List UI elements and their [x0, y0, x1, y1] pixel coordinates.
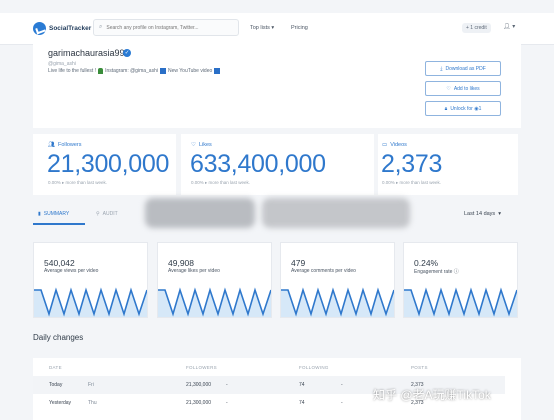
download-pdf-label: Download as PDF — [445, 65, 486, 72]
period-select[interactable]: Last 14 days ▾ — [464, 211, 501, 217]
engagement-label: Engagement rate ⓘ — [414, 269, 459, 275]
active-tab-indicator — [33, 223, 85, 225]
profile-name: garimachaurasia996 — [48, 48, 130, 58]
verified-icon: ✓ — [123, 49, 131, 57]
row-following-delta: - — [341, 382, 343, 388]
followers-value: 21,300,000 — [47, 150, 170, 178]
download-pdf-button[interactable]: ⤓ Download as PDF — [425, 61, 501, 76]
nav-top-lists[interactable]: Top lists ▾ — [250, 25, 274, 31]
avg-views-label: Average views per video — [44, 268, 99, 274]
user-menu[interactable]: 👤︎ ▾ — [503, 23, 515, 30]
row-followers: 21,300,000 — [186, 400, 212, 406]
row-day: Yesterday — [49, 400, 72, 406]
row-following-delta: - — [341, 400, 343, 406]
tab-audit[interactable]: ⚲ AUDIT — [96, 211, 118, 217]
followers-label-text: Followers — [57, 142, 82, 148]
profile-bio: Live life to the fullest ! Instagram: @g… — [48, 68, 221, 74]
row-followers-delta: - — [226, 400, 228, 406]
download-icon: ⤓ — [440, 65, 443, 72]
col-posts: POSTS — [411, 365, 428, 370]
row-followers-delta: - — [226, 382, 228, 388]
followers-label: 👥︎ Followers — [48, 142, 82, 148]
audit-icon: ⚲ — [96, 211, 100, 217]
profile-handle: @gima_ashi — [48, 61, 76, 67]
tab-audit-label: AUDIT — [102, 211, 118, 217]
video-icon: ▭ — [382, 142, 388, 148]
likes-value: 633,400,000 — [190, 150, 326, 178]
videos-value: 2,373 — [381, 150, 443, 178]
row-following: 74 — [299, 400, 305, 406]
row-day: Today — [49, 382, 63, 388]
nav-pricing[interactable]: Pricing — [291, 25, 308, 31]
users-icon: 👥︎ — [48, 142, 55, 148]
row-dow: Thu — [88, 400, 97, 406]
likes-note: 0.00% ▸ more than last week. — [191, 180, 251, 185]
watermark: 知乎 @老A玩赚TikTok — [373, 388, 491, 402]
followers-note: 0.00% ▸ more than last week. — [48, 180, 108, 185]
logo-icon — [33, 22, 46, 35]
brand-logo[interactable]: SocialTracker — [33, 22, 91, 35]
plant-icon — [98, 68, 104, 74]
search-icon: ⌕ — [99, 24, 103, 30]
heart-icon: ♡ — [191, 142, 196, 148]
credit-badge[interactable]: + 1 credit — [462, 23, 491, 33]
row-followers: 21,300,000 — [186, 382, 212, 388]
link-icon — [214, 68, 221, 74]
engagement-value: 0.24% — [414, 258, 439, 268]
redacted-area — [262, 198, 410, 228]
bio-youtube: New YouTube video — [167, 68, 213, 74]
brand-name: SocialTracker — [49, 25, 92, 32]
sparkline-likes — [158, 287, 271, 317]
videos-note: 0.00% ▸ more than last week. — [382, 180, 442, 185]
likes-label-text: Likes — [198, 142, 212, 148]
search-input[interactable] — [106, 24, 227, 31]
user-icon: 👤︎ — [503, 24, 511, 30]
tab-summary[interactable]: ▮ SUMMARY — [38, 211, 69, 217]
avg-likes-label: Average likes per video — [168, 268, 220, 274]
add-to-likes-label: Add to likes — [453, 85, 480, 92]
col-followers: FOLLOWERS — [186, 365, 217, 370]
period-label: Last 14 days — [464, 211, 496, 217]
redacted-area — [145, 198, 255, 228]
top-header: SocialTracker ⌕ Top lists ▾ Pricing + 1 … — [0, 13, 554, 45]
avg-comments-value: 479 — [291, 258, 306, 268]
heart-icon: ♡ — [446, 85, 451, 92]
col-following: FOLLOWING — [299, 365, 329, 370]
add-to-likes-button[interactable]: ♡ Add to likes — [425, 81, 501, 96]
avg-likes-value: 49,908 — [168, 258, 194, 268]
sparkline-engagement — [404, 287, 517, 317]
unlock-button[interactable]: 🔒︎ Unlock for ◉1 — [425, 101, 501, 116]
bio-text: Live life to the fullest ! — [48, 68, 97, 74]
sparkline-views — [34, 287, 147, 317]
avg-views-value: 540,042 — [44, 258, 75, 268]
daily-changes-title: Daily changes — [33, 333, 84, 342]
chevron-down-icon: ▾ — [498, 211, 502, 217]
bio-instagram: Instagram: @gima_ashi — [105, 68, 158, 74]
tab-summary-label: SUMMARY — [43, 211, 70, 217]
likes-label: ♡ Likes — [191, 142, 212, 148]
chart-icon: ▮ — [38, 211, 41, 217]
user-menu-caret: ▾ — [512, 24, 516, 30]
avg-comments-label: Average comments per video — [291, 268, 356, 274]
search-box[interactable]: ⌕ — [93, 19, 239, 36]
videos-label-text: Videos — [390, 142, 407, 148]
row-dow: Fri — [88, 382, 94, 388]
videos-label: ▭ Videos — [382, 142, 407, 148]
lock-icon: 🔒︎ — [444, 105, 448, 112]
youtube-icon — [159, 68, 166, 74]
unlock-label: Unlock for ◉1 — [450, 105, 482, 112]
row-following: 74 — [299, 382, 305, 388]
col-date: DATE — [49, 365, 62, 370]
sparkline-comments — [281, 287, 394, 317]
